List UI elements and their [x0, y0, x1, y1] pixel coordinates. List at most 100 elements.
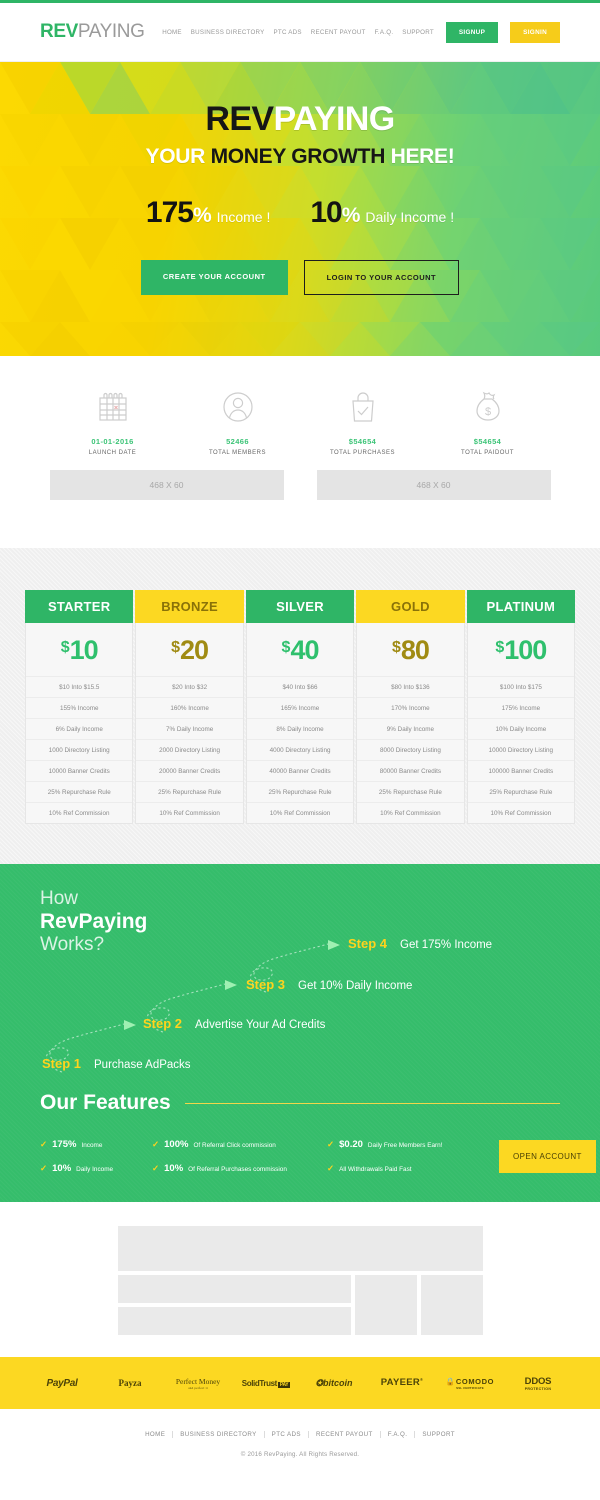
plan-feature: 155% Income [26, 697, 133, 718]
signin-button[interactable]: SIGNIN [510, 21, 560, 43]
plan-feature: 8000 Directory Listing [357, 739, 464, 760]
signup-button[interactable]: SIGNUP [445, 21, 499, 43]
plan-starter-amount: 10 [69, 635, 99, 665]
open-account-button[interactable]: OPEN ACCOUNT [499, 1140, 596, 1173]
plan-feature: 25% Repurchase Rule [246, 781, 354, 802]
money-bag-icon: $ [425, 384, 550, 430]
feature-label: Of Referral Purchases commission [188, 1166, 287, 1173]
how-heading-line1: How [40, 888, 79, 909]
plan-bronze-currency: $ [171, 639, 181, 656]
login-account-button[interactable]: LOGIN TO YOUR ACCOUNT [303, 260, 460, 295]
step-3-text: Get 10% Daily Income [298, 980, 413, 992]
landing-page: REVPAYING HOME BUSINESS DIRECTORY PTC AD… [0, 0, 600, 1500]
feature-value: 100% [164, 1139, 189, 1150]
footer-nav-recent-payout[interactable]: RECENT PAYOUT [309, 1431, 381, 1438]
footer-nav-faq[interactable]: F.A.Q. [381, 1431, 416, 1438]
hero-rate2-percent: % [341, 204, 361, 227]
nav-item-business-directory[interactable]: BUSINESS DIRECTORY [191, 29, 265, 36]
plan-bronze-price: $20 [136, 623, 242, 676]
footer-nav-home[interactable]: HOME [138, 1431, 174, 1438]
ad-placeholder-left[interactable]: 468 X 60 [49, 470, 284, 500]
plan-silver[interactable]: SILVER $40 $40 Into $66 165% Income 8% D… [245, 590, 355, 824]
payeer-name: PAYEER [380, 1377, 421, 1389]
feature-item: ✓ 100% Of Referral Click commission [152, 1139, 327, 1150]
hero-banner: REVPAYING YOUR MONEY GROWTH HERE! 175 % … [0, 62, 600, 356]
placeholder-block-square-2 [420, 1275, 483, 1335]
how-it-works-section: How RevPaying Works? Step 1 Purchase AdP… [0, 864, 600, 1202]
placeholder-block-wide [117, 1226, 483, 1271]
plan-feature: 25% Repurchase Rule [136, 781, 243, 802]
plan-silver-body: $40 $40 Into $66 165% Income 8% Daily In… [245, 623, 355, 824]
plan-feature: 100000 Banner Credits [467, 760, 575, 781]
plan-silver-price: $40 [247, 623, 353, 676]
placeholder-block-bar-2 [117, 1307, 351, 1335]
stats-section: 01-01-2016 LAUNCH DATE 52466 TOTAL MEMBE… [0, 356, 600, 548]
content-placeholder-section [0, 1202, 600, 1357]
plan-feature: $20 Into $32 [136, 676, 243, 697]
plan-feature: 8% Daily Income [246, 718, 354, 739]
plan-feature: 10% Ref Commission [136, 802, 243, 823]
solidtrust-badge: PAY [277, 1381, 291, 1388]
how-heading-line2: RevPaying [40, 909, 148, 933]
plan-platinum-body: $100 $100 Into $175 175% Income 10% Dail… [466, 623, 576, 824]
payment-logo-paypal: PayPal [28, 1378, 96, 1389]
plan-feature: 25% Repurchase Rule [26, 781, 133, 802]
nav-item-support[interactable]: SUPPORT [402, 29, 434, 36]
placeholder-block-square-1 [354, 1275, 417, 1335]
nav-item-faq[interactable]: F.A.Q. [375, 29, 394, 36]
hero-title: REVPAYING [0, 102, 600, 136]
pricing-plans: STARTER $10 $10 Into $15.5 155% Income 6… [25, 590, 576, 824]
step-1-row: Step 1 Purchase AdPacks [42, 1056, 191, 1071]
hero-sub-here: HERE! [385, 145, 455, 168]
plan-bronze[interactable]: BRONZE $20 $20 Into $32 160% Income 7% D… [135, 590, 244, 824]
plan-gold-header: GOLD [356, 590, 465, 623]
hero-rate-income: 175 % Income ! [146, 196, 270, 230]
hero-cta-group: CREATE YOUR ACCOUNT LOGIN TO YOUR ACCOUN… [0, 260, 600, 295]
payment-partners-bar: PayPal Payza Perfect Money and perfect i… [0, 1357, 600, 1409]
plan-feature: 175% Income [467, 697, 575, 718]
hero-title-paying: PAYING [273, 100, 395, 138]
check-icon: ✓ [327, 1163, 335, 1173]
plan-feature: 2000 Directory Listing [136, 739, 243, 760]
features-divider [184, 1102, 560, 1104]
nav-item-home[interactable]: HOME [162, 29, 182, 36]
features-column-2: ✓ 100% Of Referral Click commission ✓ 10… [152, 1139, 327, 1174]
site-logo[interactable]: REVPAYING [40, 21, 145, 43]
plan-gold-amount: 80 [400, 635, 430, 665]
plan-starter-currency: $ [60, 639, 70, 656]
main-nav: HOME BUSINESS DIRECTORY PTC ADS RECENT P… [162, 21, 560, 43]
ddos-name: DDOS [524, 1375, 552, 1387]
check-icon: ✓ [40, 1163, 48, 1173]
nav-item-ptc-ads[interactable]: PTC ADS [274, 29, 302, 36]
placeholder-row [117, 1275, 483, 1335]
feature-item: ✓ 10% Daily Income [40, 1163, 152, 1174]
pricing-section: STARTER $10 $10 Into $15.5 155% Income 6… [0, 548, 600, 864]
step-4-row: Step 4 Get 175% Income [348, 936, 492, 951]
footer-nav-support[interactable]: SUPPORT [415, 1431, 462, 1438]
placeholder-grid [117, 1226, 483, 1335]
stat-total-members-label: TOTAL MEMBERS [208, 450, 267, 456]
stat-launch-date-label: LAUNCH DATE [88, 450, 137, 456]
plan-feature: $40 Into $66 [246, 676, 354, 697]
hero-rate2-label: Daily Income ! [365, 209, 455, 225]
plan-gold[interactable]: GOLD $80 $80 Into $136 170% Income 9% Da… [356, 590, 465, 824]
comodo-name: COMODO [455, 1376, 495, 1386]
nav-item-recent-payout[interactable]: RECENT PAYOUT [311, 29, 366, 36]
plan-gold-price: $80 [357, 623, 463, 676]
logo-rev-text: REV [40, 21, 78, 42]
plan-starter[interactable]: STARTER $10 $10 Into $15.5 155% Income 6… [25, 590, 134, 824]
plan-gold-currency: $ [391, 639, 401, 656]
solidtrust-logo-text: SolidTrust PAY [232, 1379, 300, 1388]
stat-total-members: 52466 TOTAL MEMBERS [175, 384, 300, 456]
footer-nav-business-directory[interactable]: BUSINESS DIRECTORY [173, 1431, 265, 1438]
plan-feature: 6% Daily Income [26, 718, 133, 739]
plan-feature: 7% Daily Income [136, 718, 243, 739]
plan-platinum[interactable]: PLATINUM $100 $100 Into $175 175% Income… [466, 590, 576, 824]
ad-placeholder-right[interactable]: 468 X 60 [316, 470, 551, 500]
create-account-button[interactable]: CREATE YOUR ACCOUNT [140, 260, 288, 295]
perfect-money-sub: and perfect it [188, 1385, 208, 1390]
stat-total-purchases-label: TOTAL PURCHASES [329, 450, 396, 456]
lock-icon: 🔒 [445, 1376, 456, 1386]
footer-nav-ptc-ads[interactable]: PTC ADS [265, 1431, 309, 1438]
shopping-bag-icon [300, 384, 425, 430]
